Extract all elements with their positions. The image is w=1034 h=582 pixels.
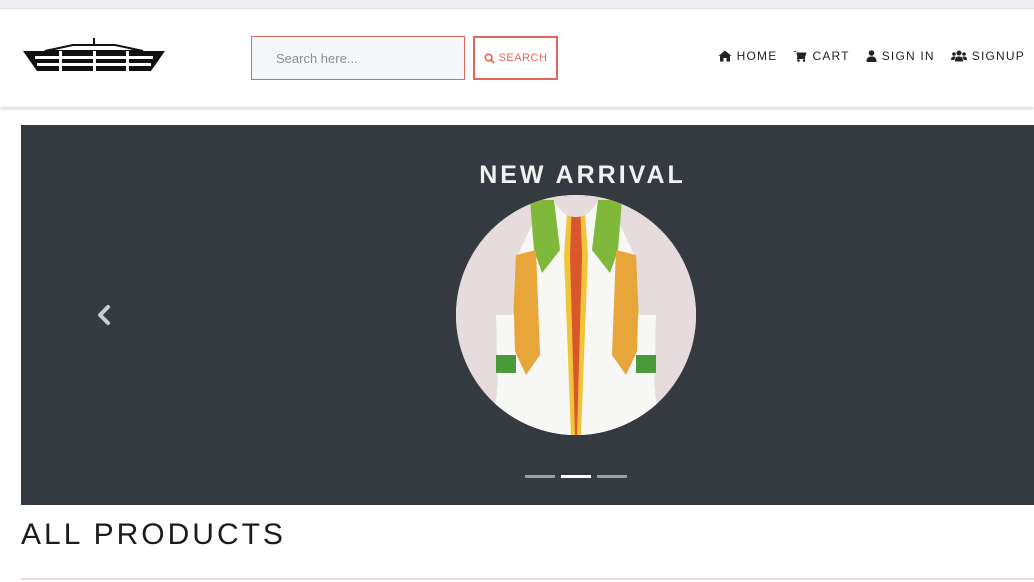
navbar: SEARCH HOME CART SIGN IN (0, 9, 1034, 107)
dress-image (456, 195, 696, 435)
nav-signup-link[interactable]: SIGNUP (950, 49, 1025, 63)
nav-menu: HOME CART SIGN IN SIGNUP (718, 49, 1025, 63)
carousel-indicator-3[interactable] (597, 475, 627, 478)
nav-cart-label: CART (812, 49, 850, 63)
section-divider (21, 578, 1034, 580)
carousel: NEW ARRIVAL (21, 125, 1034, 505)
carousel-indicator-2[interactable] (561, 475, 591, 478)
carousel-indicators (525, 475, 627, 478)
logo-icon (23, 38, 165, 71)
chevron-left-icon (98, 305, 110, 325)
carousel-title: NEW ARRIVAL (479, 161, 686, 189)
nav-signin-label: SIGN IN (881, 49, 935, 63)
nav-signin-link[interactable]: SIGN IN (866, 49, 935, 63)
product-image[interactable] (456, 195, 696, 435)
search-button-label: SEARCH (498, 52, 548, 64)
logo[interactable] (21, 37, 167, 73)
cart-icon (793, 51, 807, 62)
user-icon (866, 50, 877, 62)
nav-home-link[interactable]: HOME (718, 49, 778, 63)
search-input[interactable] (251, 36, 465, 80)
carousel-prev-button[interactable] (87, 295, 121, 335)
users-icon (950, 50, 967, 62)
top-border (0, 0, 1034, 9)
nav-cart-link[interactable]: CART (793, 49, 849, 63)
search-button[interactable]: SEARCH (473, 36, 558, 80)
nav-home-label: HOME (736, 49, 778, 63)
all-products-heading: ALL PRODUCTS (21, 518, 286, 551)
search-icon (484, 52, 495, 64)
home-icon (718, 50, 732, 62)
carousel-indicator-1[interactable] (525, 475, 555, 478)
nav-signup-label: SIGNUP (971, 49, 1025, 63)
